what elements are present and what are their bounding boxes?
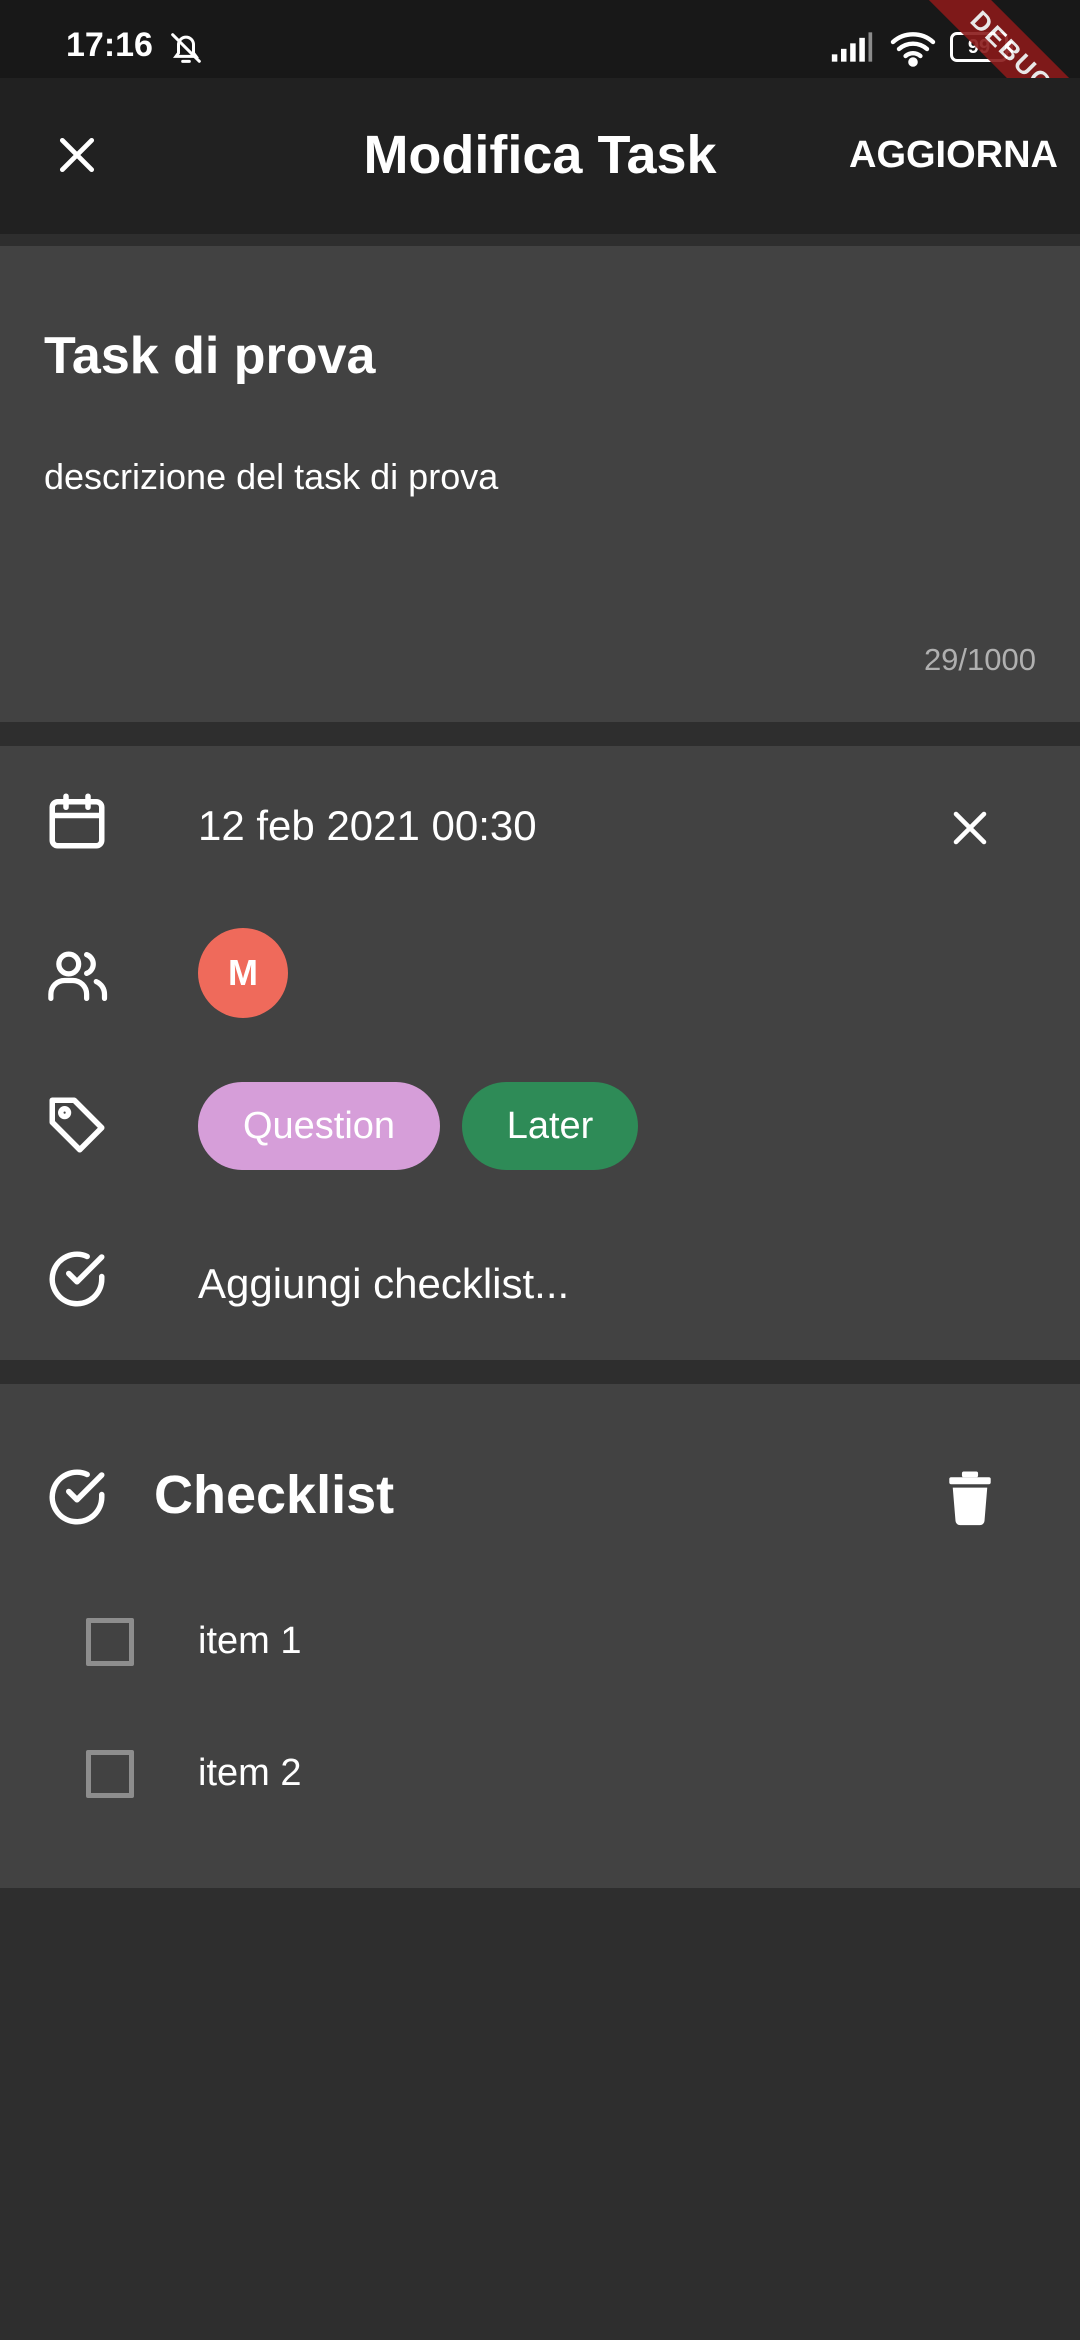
checklist-item-checkbox[interactable] [86,1618,134,1666]
checklist-item[interactable]: item 1 [0,1598,1080,1698]
app-bar: Modifica Task AGGIORNA [0,78,1080,234]
check-circle-icon [49,1251,105,1307]
status-time: 17:16 [66,26,153,64]
char-counter: 29/1000 [923,642,1036,677]
trash-icon [949,1471,991,1526]
checklist-title: Checklist [154,1465,395,1525]
members-row[interactable]: M [0,908,1080,1038]
add-checklist-text: Aggiungi checklist... [198,1260,570,1307]
checklist-item[interactable]: item 2 [0,1730,1080,1830]
checklist-item-label: item 2 [198,1752,302,1794]
checklist-card: Checklist item 1 item 2 [0,1384,1080,1888]
checklist-item-checkbox[interactable] [86,1750,134,1798]
task-title-field[interactable]: Task di prova [44,326,375,386]
due-date-text: 12 feb 2021 00:30 [198,802,537,849]
wifi-icon [890,32,936,67]
delete-checklist-button[interactable] [930,1458,1010,1538]
close-icon [953,811,987,845]
tag-icon [49,1097,105,1153]
signal-icon [831,32,873,62]
member-avatar[interactable]: M [198,928,288,1018]
bell-muted-icon [171,33,201,63]
due-date-row[interactable]: 12 feb 2021 00:30 [0,758,1080,888]
label-chip-later[interactable]: Later [462,1082,638,1170]
users-icon [48,951,108,1001]
clear-date-button[interactable] [930,788,1010,868]
task-description-field[interactable]: descrizione del task di prova [44,456,498,498]
calendar-icon [49,793,105,849]
status-bar: 17:16 99 DEBUG [0,0,1080,160]
add-checklist-row[interactable]: Aggiungi checklist... [0,1216,1080,1346]
label-chip-question[interactable]: Question [198,1082,440,1170]
update-button[interactable]: AGGIORNA [849,134,1058,177]
task-details-card: Task di prova descrizione del task di pr… [0,246,1080,722]
task-meta-card: 12 feb 2021 00:30 M Question Later Aggiu… [0,746,1080,1360]
labels-row[interactable]: Question Later [0,1062,1080,1192]
check-circle-icon [49,1469,105,1525]
checklist-item-label: item 1 [198,1620,302,1662]
